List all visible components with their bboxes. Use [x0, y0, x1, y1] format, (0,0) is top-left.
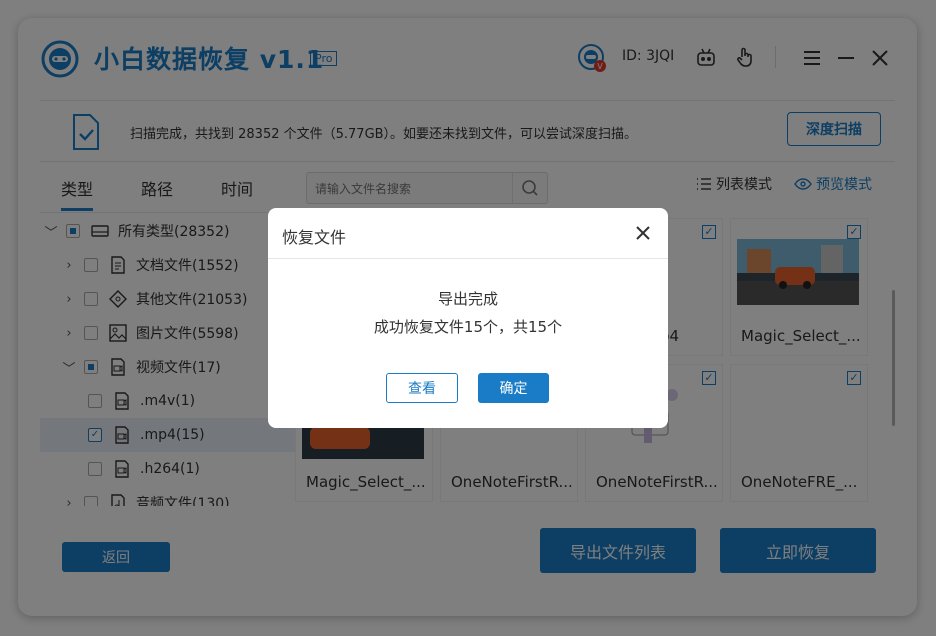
close-icon[interactable]: [630, 220, 656, 246]
confirm-button[interactable]: 确定: [478, 373, 549, 403]
dialog-message-title: 导出完成: [437, 290, 498, 308]
recover-dialog: 恢复文件 导出完成 成功恢复文件15个，共15个 查看 确定: [268, 208, 668, 428]
dialog-divider: [268, 258, 668, 259]
dialog-message-detail: 成功恢复文件15个，共15个: [373, 318, 563, 336]
dialog-title: 恢复文件: [282, 228, 347, 247]
view-button[interactable]: 查看: [386, 373, 458, 403]
